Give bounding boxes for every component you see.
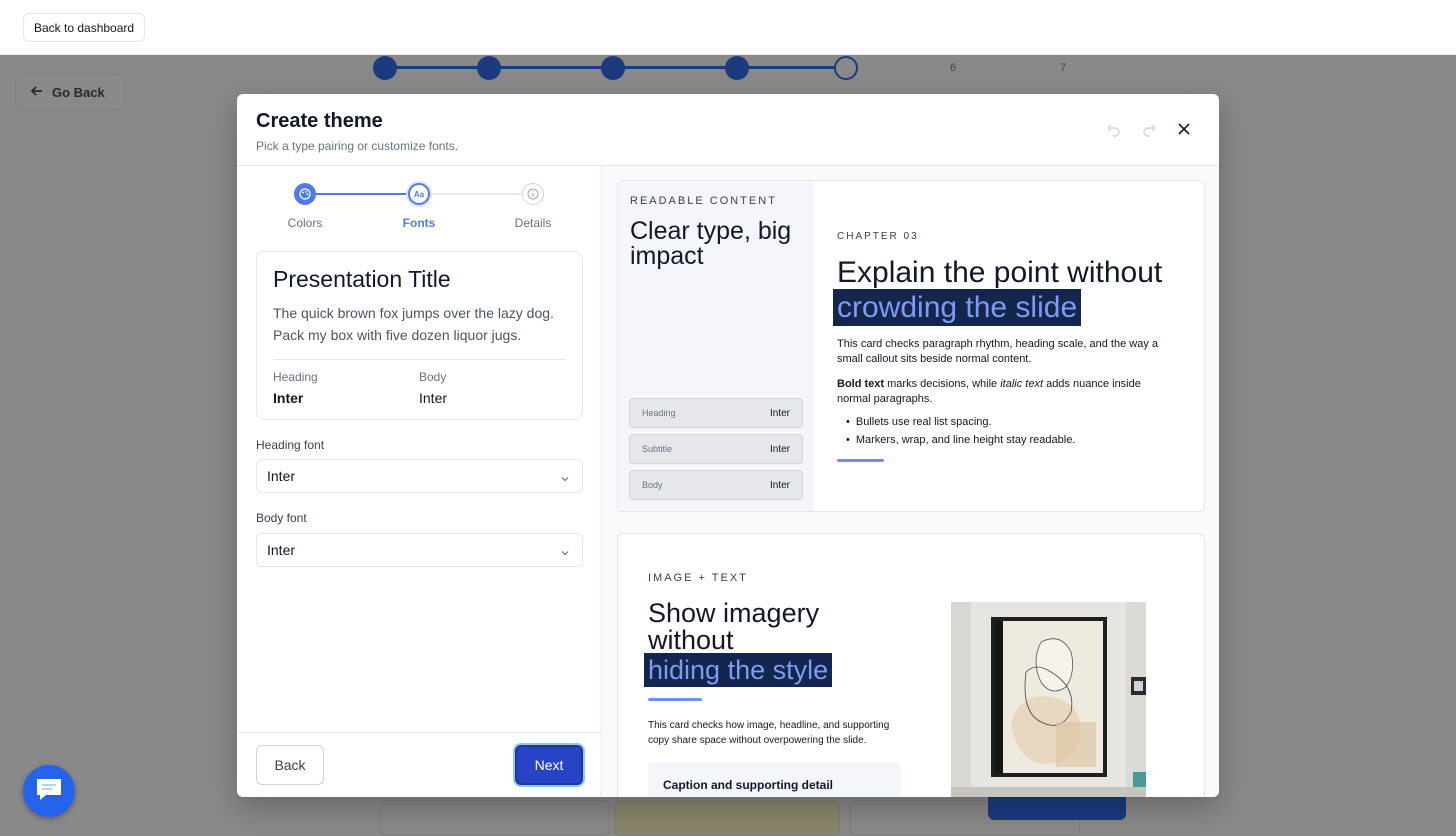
font-icon[interactable]: Aa bbox=[408, 183, 430, 205]
slide-paragraph: This card checks how image, headline, an… bbox=[648, 720, 890, 746]
preview-heading-value: Inter bbox=[273, 390, 304, 406]
body-font-select[interactable]: Inter bbox=[256, 533, 583, 567]
modal-title: Create theme bbox=[256, 110, 383, 132]
chat-widget-button[interactable] bbox=[23, 765, 75, 817]
slide-big-title: Clear type, big impact bbox=[630, 217, 792, 270]
slide-chapter-label: CHAPTER 03 bbox=[837, 231, 919, 242]
slide-headline: Show imagery without hiding the style bbox=[644, 598, 878, 687]
heading-font-select[interactable]: Inter bbox=[256, 459, 583, 493]
slide-preview-panel[interactable]: READABLE CONTENT Clear type, big impact … bbox=[603, 166, 1219, 797]
body-font-value: Inter bbox=[267, 542, 296, 558]
font-chip-key: Body bbox=[642, 480, 663, 490]
next-button[interactable]: Next bbox=[515, 745, 583, 785]
slide-preview-image-text: IMAGE + TEXT Show imagery without hiding… bbox=[617, 533, 1205, 797]
theme-stepper: Aa Colors Fonts Details bbox=[277, 180, 557, 230]
font-chip-subtitle: Subtitle Inter bbox=[629, 434, 803, 464]
font-preview-card: Presentation Title The quick brown fox j… bbox=[256, 251, 583, 420]
bold-text: Bold text bbox=[837, 378, 885, 390]
back-to-dashboard-button[interactable]: Back to dashboard bbox=[23, 13, 146, 42]
stepper-line-todo bbox=[429, 193, 521, 195]
preview-heading-caption: Heading bbox=[273, 370, 318, 384]
slide-paragraph-styled: Bold text marks decisions, while italic … bbox=[837, 377, 1177, 407]
modal-subtitle: Pick a type pairing or customize fonts. bbox=[256, 139, 459, 153]
font-chip-key: Heading bbox=[642, 408, 676, 418]
slide-kicker: READABLE CONTENT bbox=[630, 195, 777, 207]
modal-footer: Back Next bbox=[237, 732, 602, 797]
slide-headline-plain: Explain the point without bbox=[837, 256, 1163, 289]
caption-box: Caption and supporting detail bbox=[648, 762, 901, 797]
slide-kicker: IMAGE + TEXT bbox=[648, 572, 748, 584]
slide-headline: Explain the point without crowding the s… bbox=[833, 255, 1187, 326]
italic-text: italic text bbox=[1000, 378, 1044, 390]
preview-body-value: Inter bbox=[419, 390, 448, 406]
slide-paragraph: This card checks paragraph rhythm, headi… bbox=[837, 338, 1159, 365]
undo-icon[interactable] bbox=[1105, 120, 1123, 138]
list-item: Bullets use real list spacing. bbox=[846, 413, 1075, 431]
slide-headline-plain: Show imagery without bbox=[648, 598, 820, 655]
slide-preview-readable-content: READABLE CONTENT Clear type, big impact … bbox=[617, 180, 1205, 512]
close-icon[interactable] bbox=[1175, 120, 1193, 138]
font-chip-value: Inter bbox=[769, 480, 790, 491]
step-label-fonts[interactable]: Fonts bbox=[379, 216, 459, 230]
font-chip-value: Inter bbox=[769, 444, 790, 455]
paragraph-text: marks decisions, while bbox=[884, 378, 1001, 390]
preview-divider bbox=[273, 359, 566, 360]
preview-title: Presentation Title bbox=[273, 266, 451, 292]
font-settings-panel: Aa Colors Fonts Details Presentation Tit… bbox=[237, 166, 602, 797]
list-item: Markers, wrap, and line height stay read… bbox=[846, 431, 1076, 449]
accent-bar bbox=[648, 698, 702, 701]
chevron-down-icon bbox=[560, 545, 570, 561]
top-bar: Back to dashboard bbox=[0, 0, 1456, 55]
step-label-details[interactable]: Details bbox=[493, 216, 573, 230]
slide-headline-highlight: crowding the slide bbox=[833, 289, 1082, 326]
info-icon[interactable] bbox=[522, 183, 544, 205]
caption-title: Caption and supporting detail bbox=[663, 778, 833, 792]
heading-font-value: Inter bbox=[267, 468, 296, 484]
stepper-line-done bbox=[305, 193, 415, 195]
font-chip-heading: Heading Inter bbox=[629, 398, 803, 428]
heading-font-label: Heading font bbox=[256, 438, 325, 452]
create-theme-modal: Create theme Pick a type pairing or cust… bbox=[237, 94, 1219, 797]
chat-bubble-icon bbox=[34, 776, 64, 807]
step-label-colors[interactable]: Colors bbox=[265, 216, 345, 230]
preview-body-caption: Body bbox=[419, 370, 447, 384]
slide-sidebar: READABLE CONTENT Clear type, big impact … bbox=[618, 181, 814, 511]
back-button[interactable]: Back bbox=[256, 745, 324, 785]
font-chip-value: Inter bbox=[769, 408, 790, 419]
redo-icon[interactable] bbox=[1140, 120, 1158, 138]
font-chip-body: Body Inter bbox=[629, 470, 803, 500]
accent-bar bbox=[837, 459, 884, 462]
slide-bullet-list: Bullets use real list spacing. Markers, … bbox=[846, 413, 1076, 449]
artwork-image bbox=[951, 602, 1146, 797]
body-font-label: Body font bbox=[256, 511, 307, 525]
palette-icon[interactable] bbox=[294, 183, 316, 205]
preview-body-text: The quick brown fox jumps over the lazy … bbox=[273, 305, 554, 343]
slide-headline-highlight: hiding the style bbox=[644, 653, 833, 687]
chevron-down-icon bbox=[560, 471, 570, 487]
font-chip-key: Subtitle bbox=[642, 444, 673, 454]
modal-header: Create theme Pick a type pairing or cust… bbox=[237, 94, 1219, 166]
